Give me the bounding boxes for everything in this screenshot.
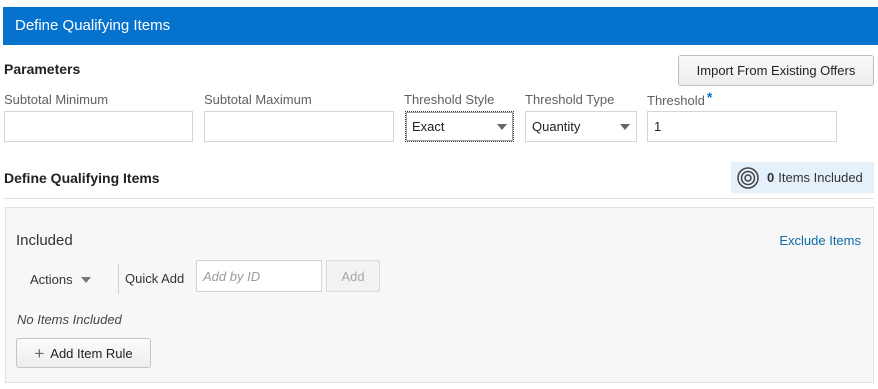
add-item-rule-button[interactable]: + Add Item Rule bbox=[16, 338, 151, 368]
threshold-style-value: Exact bbox=[412, 119, 445, 134]
items-included-count: 0 bbox=[767, 170, 775, 185]
plus-icon: + bbox=[34, 343, 45, 363]
included-panel: Included Exclude Items Actions Quick Add… bbox=[5, 207, 874, 383]
add-button[interactable]: Add bbox=[326, 260, 380, 292]
page-header: Define Qualifying Items bbox=[3, 7, 878, 45]
chevron-down-icon bbox=[620, 123, 630, 130]
subtotal-maximum-input[interactable] bbox=[204, 111, 394, 142]
subtotal-maximum-label: Subtotal Maximum bbox=[204, 92, 312, 107]
chevron-down-icon bbox=[497, 123, 507, 130]
included-title: Included bbox=[16, 232, 73, 249]
threshold-label-text: Threshold bbox=[647, 93, 705, 108]
threshold-input[interactable]: 1 bbox=[647, 111, 837, 142]
quick-add-label: Quick Add bbox=[125, 271, 185, 286]
section-divider bbox=[3, 198, 874, 199]
chevron-down-icon bbox=[80, 276, 91, 283]
subtotal-minimum-input[interactable] bbox=[4, 111, 193, 142]
items-included-badge: 0 Items Included bbox=[731, 162, 874, 193]
target-icon bbox=[737, 166, 759, 189]
actions-menu[interactable]: Actions bbox=[30, 272, 91, 287]
exclude-items-link[interactable]: Exclude Items bbox=[779, 233, 861, 248]
empty-state-text: No Items Included bbox=[17, 312, 122, 327]
required-marker: * bbox=[706, 89, 713, 105]
threshold-type-value: Quantity bbox=[532, 119, 581, 134]
threshold-type-label: Threshold Type bbox=[525, 92, 615, 107]
actions-label: Actions bbox=[30, 272, 73, 287]
threshold-style-label: Threshold Style bbox=[404, 92, 495, 107]
toolbar-separator bbox=[118, 264, 119, 294]
quick-add-input[interactable]: Add by ID bbox=[196, 260, 322, 292]
parameters-title: Parameters bbox=[4, 61, 81, 77]
threshold-label: Threshold * bbox=[647, 89, 713, 108]
add-item-rule-label: Add Item Rule bbox=[50, 345, 133, 361]
threshold-style-select[interactable]: Exact bbox=[405, 111, 514, 142]
subtotal-minimum-label: Subtotal Minimum bbox=[4, 92, 109, 107]
qualifying-items-title: Define Qualifying Items bbox=[4, 170, 160, 186]
page-title: Define Qualifying Items bbox=[15, 17, 171, 34]
threshold-type-select[interactable]: Quantity bbox=[525, 111, 637, 142]
import-from-existing-offers-button[interactable]: Import From Existing Offers bbox=[678, 55, 874, 86]
items-included-label: Items Included bbox=[778, 170, 863, 185]
